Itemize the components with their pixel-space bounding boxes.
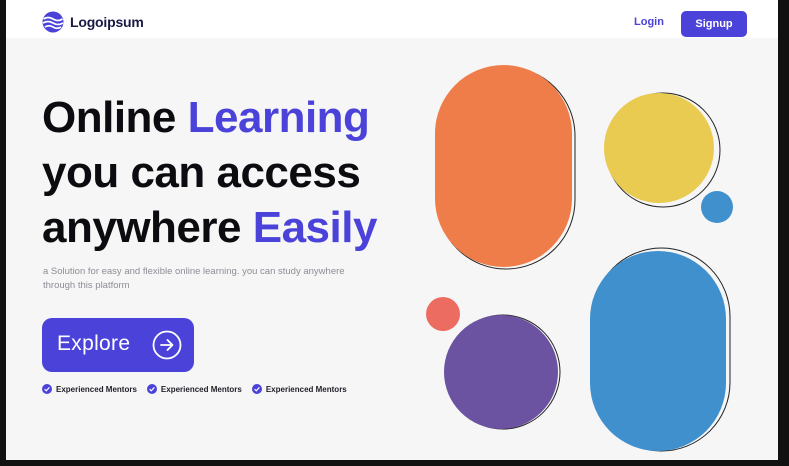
small-blue-circle-shape: [701, 191, 733, 223]
blue-pill-shape: [590, 251, 726, 451]
page-frame: Logoipsum Login Signup Online Learning y…: [6, 0, 778, 460]
red-circle-shape: [426, 297, 460, 331]
yellow-circle-shape: [604, 93, 714, 203]
orange-pill-shape: [435, 65, 572, 267]
decorative-shapes: [426, 65, 733, 452]
purple-circle-shape: [444, 315, 558, 429]
